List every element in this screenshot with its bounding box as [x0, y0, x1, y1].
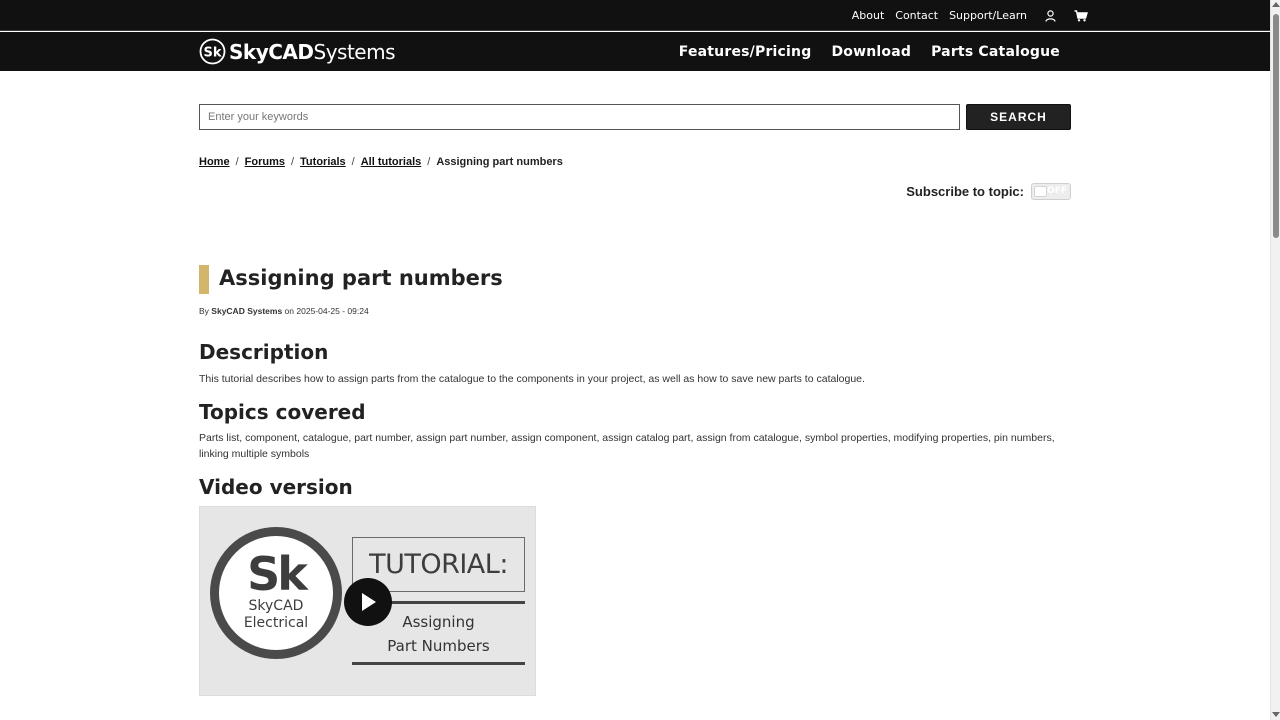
breadcrumb-tutorials[interactable]: Tutorials: [300, 156, 346, 168]
svg-text:Sk: Sk: [203, 46, 221, 61]
utility-links: About Contact Support/Learn: [852, 0, 1089, 31]
byline-on: on: [284, 306, 295, 316]
search-input[interactable]: [199, 104, 960, 130]
main-header: Sk SkyCADSystems Features/Pricing Downlo…: [0, 32, 1270, 71]
subscribe-label: Subscribe to topic:: [906, 184, 1024, 199]
video-divider-bottom: [352, 662, 525, 665]
breadcrumb-separator: /: [290, 156, 295, 168]
nav-parts-catalogue[interactable]: Parts Catalogue: [931, 44, 1060, 60]
byline-prefix: By: [199, 306, 209, 316]
nav-features-pricing[interactable]: Features/Pricing: [679, 44, 812, 60]
top-utility-bar: About Contact Support/Learn: [0, 0, 1270, 31]
breadcrumb-separator: /: [235, 156, 239, 168]
video-thumbnail[interactable]: Sk SkyCAD Electrical TUTORIAL: Assigning…: [199, 506, 536, 696]
support-learn-link[interactable]: Support/Learn: [949, 9, 1027, 22]
video-logo-line1: SkyCAD: [248, 598, 304, 614]
cart-icon[interactable]: [1073, 8, 1089, 24]
video-heading: Video version: [199, 475, 353, 499]
video-logo-mark: Sk: [247, 547, 308, 601]
breadcrumb-current: Assigning part numbers: [436, 156, 563, 168]
topics-text: Parts list, component, catalogue, part n…: [199, 432, 1055, 460]
topics-heading: Topics covered: [199, 400, 366, 424]
logo-wordmark: SkyCADSystems: [229, 39, 395, 64]
breadcrumb-all-tutorials[interactable]: All tutorials: [361, 156, 422, 168]
video-caption-line2: Part Numbers: [387, 637, 490, 655]
main-nav: Features/Pricing Download Parts Catalogu…: [679, 32, 1060, 71]
title-accent-bar: [199, 265, 209, 294]
page-scrollbar[interactable]: [1270, 0, 1280, 720]
breadcrumb-home[interactable]: Home: [199, 156, 230, 168]
user-icon[interactable]: [1042, 8, 1058, 24]
subscribe-control: Subscribe to topic: OFF: [906, 183, 1071, 200]
search-button[interactable]: SEARCH: [966, 104, 1071, 130]
byline-author: SkyCAD Systems: [211, 306, 283, 316]
breadcrumb-separator: /: [427, 156, 431, 168]
about-link[interactable]: About: [852, 9, 885, 22]
contact-link[interactable]: Contact: [895, 9, 938, 22]
video-logo-line2: Electrical: [243, 615, 309, 631]
toggle-knob: [1034, 186, 1047, 197]
scroll-up-arrow-icon[interactable]: [1272, 2, 1280, 7]
page-title: Assigning part numbers: [219, 266, 503, 290]
byline: By SkyCAD Systems on 2025-04-25 - 09:24: [199, 306, 369, 316]
video-logo-circle: Sk SkyCAD Electrical: [210, 527, 342, 659]
scrollbar-thumb[interactable]: [1273, 14, 1279, 238]
nav-download[interactable]: Download: [831, 44, 911, 60]
logo-mark-icon: Sk: [199, 38, 226, 65]
breadcrumb-separator: /: [351, 156, 355, 168]
toggle-state: OFF: [1047, 186, 1067, 196]
subscribe-toggle[interactable]: OFF: [1031, 183, 1071, 200]
video-banner-text: TUTORIAL:: [369, 549, 508, 580]
description-text: This tutorial describes how to assign pa…: [199, 373, 865, 385]
breadcrumb: Home / Forums / Tutorials / All tutorial…: [199, 156, 563, 168]
byline-date: 2025-04-25 - 09:24: [296, 306, 369, 316]
play-icon[interactable]: [344, 578, 392, 626]
site-logo[interactable]: Sk SkyCADSystems: [199, 38, 395, 65]
breadcrumb-forums[interactable]: Forums: [245, 156, 285, 168]
scroll-down-arrow-icon[interactable]: [1272, 712, 1280, 717]
description-heading: Description: [199, 340, 329, 364]
